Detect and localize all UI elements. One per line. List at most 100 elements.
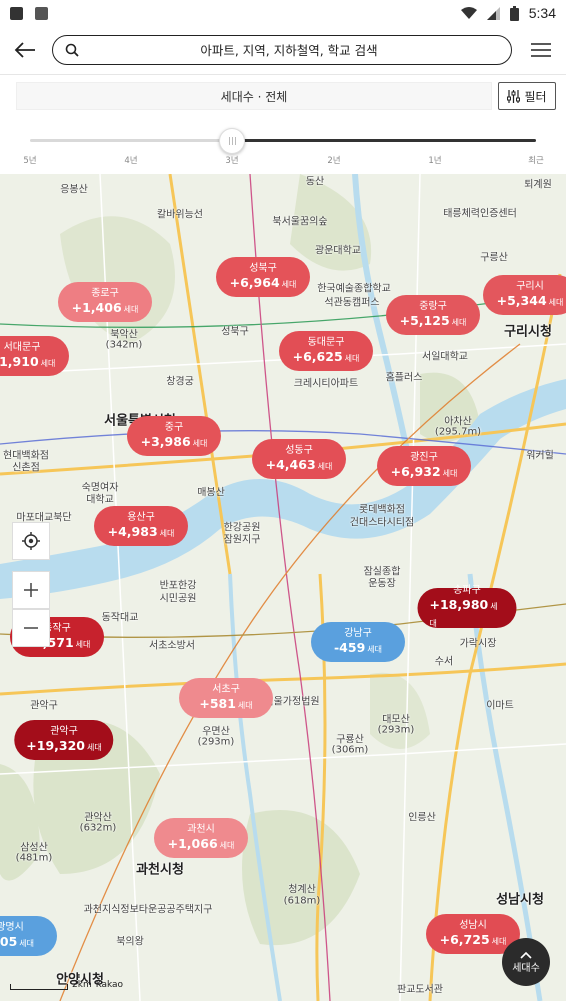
map-place-label: 태릉체력인증센터 [443,208,517,220]
arrow-left-icon [14,42,35,58]
district-unit: 세대 [317,461,333,471]
wifi-icon [460,6,477,19]
district-unit: 세대 [40,358,56,368]
district-name: 광명시 [0,921,24,933]
search-bar[interactable] [52,35,512,65]
map-place-label: 관악구 [30,700,58,712]
map-place-label: 응봉산 [60,184,88,196]
search-header [0,26,566,74]
district-name: 관악구 [50,725,78,737]
district-bubble[interactable]: 중랑구 +5,125 세대 [386,295,480,335]
household-count-label: 세대수 [512,962,540,974]
map-place-label: 과천시청 [136,862,184,878]
district-bubble[interactable]: 중구 +3,986 세대 [127,416,221,456]
district-name: 구리시 [516,280,544,292]
map-place-label: (481m) [15,852,53,864]
district-value: -459 [333,639,366,655]
district-value: +1,066 [167,835,218,851]
map-place-label: (293m) [197,736,235,748]
search-input[interactable] [79,42,499,58]
district-bubble[interactable]: 성동구 +4,463 세대 [252,439,346,479]
district-value: +6,725 [439,931,490,947]
map-place-label: 구릉산 [480,252,508,264]
map-place-label: (295.7m) [434,426,482,438]
district-bubble[interactable]: 광명시 -205세대 [0,916,57,956]
map-place-label: 잠원지구 [223,534,261,546]
map-place-label: 구룡산 [336,734,364,746]
map-place-label: 이마트 [486,700,514,712]
district-unit: 세대 [367,644,382,654]
period-slider[interactable]: 5년 4년 3년 2년 1년 최근 [0,120,566,172]
district-name: 서대문구 [3,341,41,353]
district-value: +6,964 [229,274,280,290]
district-unit: 세대 [86,742,102,752]
map-place-label: 판교도서관 [397,984,443,996]
slider-tick: 3년 [225,156,239,166]
map-place-label: 퇴계원 [524,179,552,191]
zoom-out-button[interactable] [12,609,50,647]
district-value: -205 [0,933,18,949]
map-place-label: 과천지식정보타운공공주택지구 [83,904,213,916]
district-name: 서초구 [212,683,240,695]
district-unit: 세대 [442,468,458,478]
map-place-label: 성남시청 [496,892,544,908]
map-place-label: 동산 [305,176,325,188]
sliders-icon [507,89,521,103]
map-place-label: 광운대학교 [315,245,361,257]
district-name: 송파구 [453,585,481,596]
zoom-in-button[interactable] [12,571,50,609]
district-name: 성동구 [285,444,313,456]
district-bubble[interactable]: 강남구 -459 세대 [311,622,405,662]
map-place-label: (618m) [283,895,321,907]
map-place-label: 홈플러스 [385,372,423,384]
district-bubble[interactable]: 광진구 +6,932 세대 [377,446,471,486]
district-unit: 세대 [491,936,507,946]
map-place-label: 운동장 [368,578,396,590]
district-bubble[interactable]: 송파구 +18,980 세대 [417,585,517,628]
slider-tick: 4년 [124,156,138,166]
map-place-label: 동작대교 [101,612,139,624]
district-bubble[interactable]: 과천시 +1,066 세대 [154,818,248,858]
map-place-label: 청계산 [288,884,316,896]
district-value: +3,986 [140,433,191,449]
district-bubble[interactable]: 관악구 +19,320 세대 [14,720,114,760]
slider-handle[interactable] [219,128,246,154]
district-bubble[interactable]: 서대문구 +1,910세대 [0,336,69,376]
map-place-label: (306m) [331,744,369,756]
app-root: 5:34 세대수 · 전체 필터 [0,0,566,1001]
district-value: +6,625 [292,348,343,364]
slider-tick: 5년 [23,156,37,166]
map-place-label: 아차산 [444,416,472,428]
map-place-label: 북악산 [110,329,138,341]
map-view[interactable]: 응봉산 칼바위능선 동산 북서울꿈의숲 광운대학교 태릉체력인증센터 구릉산 퇴… [0,174,566,1001]
map-place-label: (342m) [105,339,143,351]
district-unit: 세대 [159,528,175,538]
district-value: +4,983 [107,523,158,539]
map-place-label: 북서울꿈의숲 [272,216,328,228]
map-place-label: (632m) [79,822,117,834]
map-place-label: 크레시티아파트 [293,378,359,390]
filter-summary[interactable]: 세대수 · 전체 [16,82,492,110]
district-name: 동대문구 [307,336,345,348]
district-bubble[interactable]: 서초구 +581 세대 [179,678,273,718]
household-count-button[interactable]: 세대수 [502,938,550,986]
district-bubble[interactable]: 용산구 +4,983 세대 [94,506,188,546]
map-place-label: 서일대학교 [422,351,468,363]
district-bubble[interactable]: 성북구 +6,964 세대 [216,257,310,297]
crosshair-icon [22,532,40,550]
district-bubble[interactable]: 동대문구 +6,625 세대 [279,331,373,371]
map-place-label: 대학교 [86,494,114,506]
district-value: +1,406 [71,299,122,315]
locate-me-button[interactable] [12,522,50,560]
district-unit: 세대 [344,353,360,363]
app-notification-icon [10,6,23,20]
search-icon [65,43,79,57]
battery-icon [509,5,519,21]
menu-button[interactable] [516,28,566,72]
filter-button[interactable]: 필터 [498,82,556,110]
chevron-up-icon [520,951,532,959]
back-button[interactable] [0,28,50,72]
map-place-label: 칼바위능선 [157,209,203,221]
district-bubble[interactable]: 구리시 +5,344 세대 [483,275,566,315]
district-bubble[interactable]: 종로구 +1,406 세대 [58,282,152,322]
